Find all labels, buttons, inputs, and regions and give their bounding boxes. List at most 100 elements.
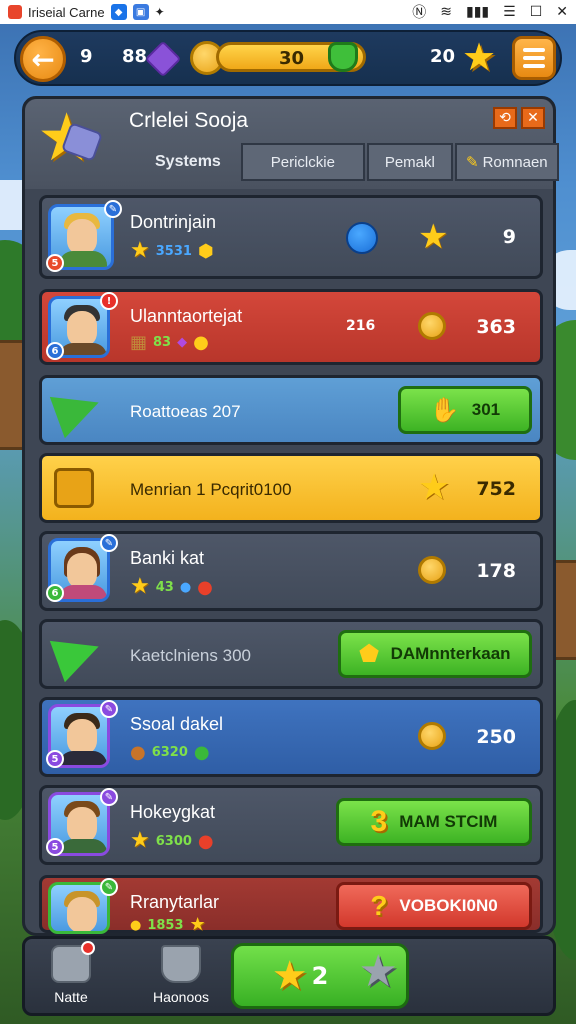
row-value: 9 [502, 226, 516, 248]
row-text: Kaetclniens 300 [130, 646, 251, 665]
star-icon: ★ [418, 217, 449, 257]
feather-icon: ◆ [177, 335, 188, 350]
star-icon: ★ [130, 574, 150, 599]
alert-badge-icon: ! [100, 292, 118, 310]
row-name: Dontrinjain [130, 212, 217, 232]
edit-badge-icon: ✎ [100, 700, 118, 718]
nav-item-haonoos[interactable]: Haonoos [141, 945, 221, 1005]
row-sub-value: 6300 [155, 833, 192, 849]
gray-star-icon: ★ [358, 946, 398, 997]
menu-button[interactable] [512, 36, 556, 80]
row-name: Hokeygkat [130, 802, 216, 822]
shield-icon: ⬟ [359, 641, 379, 666]
window-icon[interactable]: ☐ [530, 4, 543, 20]
gem-count: 88 [122, 46, 148, 67]
list-item[interactable]: Menrian 1 Pcqrit0100 ★ 752 [39, 453, 543, 523]
row-sub-value: 1853 [147, 917, 184, 933]
orb-icon: ● [130, 917, 142, 933]
tab-pemakl[interactable]: Pemakl [366, 143, 453, 181]
tab-bar: Systems Periclckie Pemakl ✎ Romnaen [137, 143, 559, 181]
nfc-icon: Ⓝ [412, 5, 427, 21]
row-sub-value: 6320 [151, 745, 188, 760]
clock-icon [346, 222, 378, 254]
row-text: Roattoeas 207 [130, 402, 241, 421]
back-button[interactable]: ← [20, 36, 66, 82]
notification-badge [81, 941, 95, 955]
system-status-bar: Iriseial Carne ◆ ▣ ✦ Ⓝ ≋ ▮▮▮ ☰ ☐ ✕ [0, 0, 576, 24]
action-button[interactable]: 3 MAM STCIM [336, 798, 532, 846]
gem-icon [144, 40, 182, 78]
list-item[interactable]: ✎ 5 Hokeygkat ★ 6300 ● 3 MAM STCIM [39, 785, 543, 865]
list-item[interactable]: ✎ 6 Banki kat ★ 43 ● ● 178 [39, 531, 543, 611]
level-badge-icon: 5 [46, 254, 64, 272]
star-logo-icon: ★ [37, 105, 104, 173]
action-prefix: 3 [370, 805, 388, 838]
close-button[interactable]: ✕ [521, 107, 545, 129]
wifi-icon: ≋ [440, 4, 453, 20]
hand-icon: ✋ [429, 396, 460, 424]
menu-icon[interactable]: ☰ [503, 4, 516, 20]
app-title: Iriseial Carne [28, 4, 105, 20]
edit-badge-icon: ✎ [100, 878, 118, 896]
house-icon [51, 941, 95, 983]
nav-item-natte[interactable]: Natte [31, 941, 111, 1005]
chest-icon: ▦ [130, 332, 148, 353]
orb-icon: ● [130, 742, 146, 763]
tab-systems[interactable]: Systems [137, 143, 239, 181]
main-panel: ★ Crlelei Sooja ⟲ ✕ Systems Periclckie P… [22, 96, 559, 936]
xp-value: 30 [279, 48, 305, 69]
level-badge-icon: 6 [46, 342, 64, 360]
bomb-icon: ● [197, 576, 213, 598]
list-item[interactable]: ✎ Rranytarlar ● 1853 ★ ? VOBOKI0N0 [39, 875, 543, 934]
row-value: 363 [476, 316, 516, 338]
main-play-button[interactable]: ★ 2 ★ [231, 943, 409, 1009]
row-sub-value: 43 [155, 579, 174, 595]
row-name: Ulanntaortejat [130, 306, 243, 326]
triangle-gem-icon [49, 381, 107, 439]
tab-romnaen[interactable]: ✎ Romnaen [454, 143, 559, 181]
row-sub-value: 83 [153, 335, 172, 350]
shield-app-icon: ◆ [110, 4, 127, 20]
star-icon: ★ [418, 467, 451, 508]
coin-icon [418, 312, 446, 340]
list-item[interactable]: ✎ 5 Dontrinjain ★ 3531 ⬢ ★ 9 [39, 195, 543, 279]
action-button[interactable]: ⬟ DAMnnterkaan [338, 630, 532, 678]
star-icon: ★ [130, 828, 150, 853]
task-board-icon [54, 468, 94, 508]
bomb-icon: ● [197, 830, 214, 852]
star-count: 20 [430, 46, 456, 67]
list-item[interactable]: ! 6 Ulanntaortejat ▦ 83 ◆ ● 216 363 [39, 289, 543, 365]
help-button[interactable]: ⟲ [493, 107, 517, 129]
list-item[interactable]: Kaetclniens 300 ⬟ DAMnnterkaan [39, 619, 543, 689]
claim-button[interactable]: ✋ 301 [398, 386, 532, 434]
triangle-gem-icon [49, 625, 107, 683]
tab-periclckie[interactable]: Periclckie [240, 143, 365, 181]
row-value-prefix: 216 [346, 318, 376, 334]
row-sub-value: 3531 [155, 243, 192, 259]
panel-title: Crlelei Sooja [129, 109, 249, 132]
coin-icon [418, 556, 446, 584]
settings-icon: ✦ [154, 5, 165, 19]
row-text: Menrian 1 Pcqrit0100 [130, 480, 292, 499]
star-icon: ★ [271, 953, 308, 999]
shield-icon: ⬢ [197, 240, 214, 262]
panel-header: ★ Crlelei Sooja ⟲ ✕ Systems Periclckie P… [25, 99, 559, 189]
close-icon[interactable]: ✕ [556, 4, 568, 20]
edit-badge-icon: ✎ [100, 788, 118, 806]
action-button[interactable]: ? VOBOKI0N0 [336, 882, 532, 930]
signal-icon: ▮▮▮ [466, 4, 490, 20]
level-badge-icon: 5 [46, 750, 64, 768]
edit-badge-icon: ✎ [104, 200, 122, 218]
coin-icon [418, 722, 446, 750]
potion-icon: ● [179, 579, 192, 595]
star-icon: ★ [130, 238, 150, 263]
row-value: 178 [476, 560, 516, 582]
list-item[interactable]: ✎ 5 Ssoal dakel ● 6320 ● 250 [39, 697, 543, 777]
level-badge-icon: 6 [46, 584, 64, 602]
level-value: 9 [80, 46, 93, 67]
top-hud: ← 9 88 30 20 ★ [14, 30, 562, 86]
list-item[interactable]: Roattoeas 207 ✋ 301 [39, 375, 543, 445]
row-name: Banki kat [130, 548, 205, 568]
bottom-nav: Natte Haonoos ★ 2 ★ [22, 936, 556, 1016]
app-icon [8, 5, 22, 19]
